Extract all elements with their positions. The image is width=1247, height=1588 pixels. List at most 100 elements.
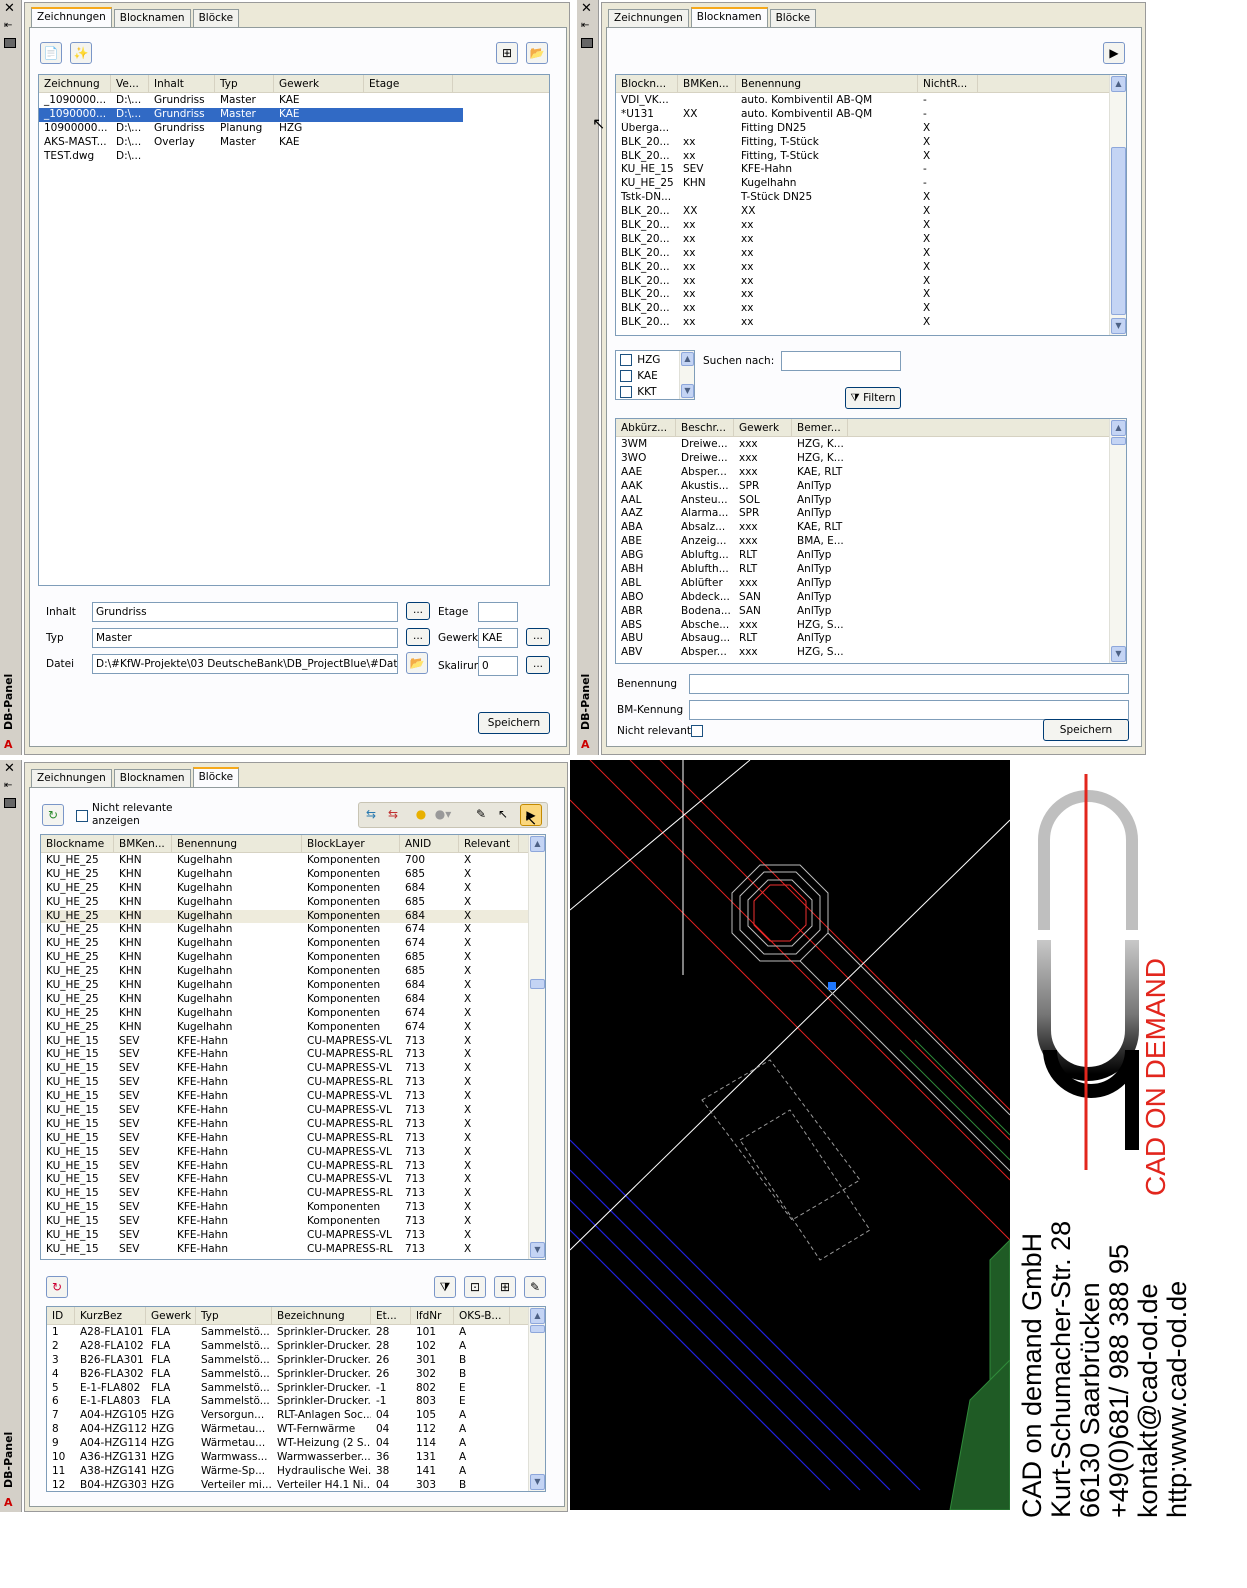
col-zeichnung[interactable]: Zeichnung (39, 75, 111, 93)
table-row[interactable]: KU_HE_25 KHN Kugelhahn Komponenten 684 X (41, 979, 528, 993)
table-row[interactable]: 10900000... D:\... Grundriss Planung HZG (39, 122, 549, 136)
table-row[interactable]: KU_HE_15 SEV KFE-Hahn CU-MAPRESS-RL 713 X (41, 1160, 528, 1174)
table-row[interactable]: _1090000... D:\... Grundriss Master KAE (39, 107, 463, 122)
blocknames-grid[interactable]: Blockn... BMKen... Benennung NichtR... V… (615, 74, 1127, 336)
table-row[interactable]: KU_HE_25 KHN Kugelhahn - (616, 177, 1109, 191)
autohide-icon[interactable]: ⇤ (4, 780, 12, 792)
search-input[interactable] (781, 351, 901, 371)
drawings-grid[interactable]: Zeichnung Ve... Inhalt Typ Gewerk Etage … (38, 74, 550, 586)
skalierung-browse-button[interactable]: ... (526, 656, 550, 674)
table-row[interactable]: 9 A04-HZG114 HZG Wärmetau... WT-Heizung (2 S… (47, 1437, 528, 1451)
table-row[interactable]: KU_HE_25 KHN Kugelhahn Komponenten 684 X (41, 882, 528, 896)
scroll-thumb[interactable] (530, 1325, 545, 1333)
funnel-icon[interactable]: ⧩ (434, 1276, 456, 1298)
table-row[interactable]: _1090000... D:\... Grundriss Master KAE (39, 94, 549, 108)
filter-hzg-checkbox[interactable] (620, 354, 632, 366)
table-row[interactable]: BLK_20... xx Fitting, T-Stück X (616, 150, 1109, 164)
bulb-dropdown-icon[interactable]: ●▾ (432, 804, 454, 826)
table-row[interactable]: KU_HE_25 KHN Kugelhahn Komponenten 685 X (41, 896, 528, 910)
tab-zeichnungen[interactable]: Zeichnungen (31, 769, 112, 787)
col-gewerk[interactable]: Gewerk (734, 419, 792, 437)
edit-icon[interactable]: ✎ (470, 804, 492, 826)
table-row[interactable]: KU_HE_15 SEV KFE-Hahn CU-MAPRESS-VL 713 X (41, 1146, 528, 1160)
col-gewerk[interactable]: Gewerk (146, 1307, 196, 1325)
tab-blocknamen[interactable]: Blocknamen (113, 9, 191, 27)
table-row[interactable]: BLK_20... xx xx X (616, 288, 1109, 302)
gewerk-field[interactable]: KAE (478, 628, 518, 648)
table-row[interactable]: 12 B04-HZG303 HZG Verteiler mi... Verteiler … (47, 1479, 528, 1491)
scroll-up-icon[interactable]: ▲ (1111, 76, 1126, 92)
scroll-up-icon[interactable]: ▲ (1111, 420, 1126, 436)
table-row[interactable]: BLK_20... xx xx X (616, 219, 1109, 233)
table-row[interactable]: BLK_20... xx xx X (616, 247, 1109, 261)
scroll-down-icon[interactable]: ▼ (681, 384, 694, 398)
bmkennung-field[interactable] (689, 700, 1129, 720)
table-row[interactable]: ABG Abluftg... RLT AnlTyp (616, 549, 1109, 563)
table-row[interactable]: 2 A28-FLA102 FLA Sammelstö... Sprinkler-Druc… (47, 1340, 528, 1354)
select-icon[interactable]: ↖ (492, 804, 514, 826)
close-icon[interactable]: ✕ (581, 2, 592, 16)
table-row[interactable]: BLK_20... xx xx X (616, 233, 1109, 247)
table-row[interactable]: KU_HE_25 KHN Kugelhahn Komponenten 674 X (41, 923, 528, 937)
vertical-scrollbar[interactable]: ▲ ▼ (1109, 75, 1126, 335)
col-etage[interactable]: Et... (371, 1307, 411, 1325)
col-benennung[interactable]: Benennung (736, 75, 918, 93)
table-row[interactable]: BLK_20... xx Fitting, T-Stück X (616, 136, 1109, 150)
col-kurzbez[interactable]: KurzBez (75, 1307, 146, 1325)
oks-grid[interactable]: ID KurzBez Gewerk Typ Bezeichnung Et... … (46, 1306, 546, 1492)
table-row[interactable]: BLK_20... xx xx X (616, 261, 1109, 275)
typ-browse-button[interactable]: ... (406, 628, 430, 646)
tab-bloecke[interactable]: Blöcke (769, 9, 817, 27)
vertical-scrollbar[interactable]: ▲ ▼ (528, 1307, 545, 1491)
inhalt-field[interactable]: Grundriss (92, 602, 398, 622)
vertical-scrollbar[interactable]: ▲ ▼ (679, 351, 694, 399)
table-row[interactable]: AKS-MAST... D:\... Overlay Master KAE (39, 136, 549, 150)
table-row[interactable]: 4 B26-FLA302 FLA Sammelstö... Sprinkler-Druc… (47, 1368, 528, 1382)
table-row[interactable]: Tstk-DN... T-Stück DN25 X (616, 191, 1109, 205)
new-drawing-icon[interactable]: 📄 (40, 42, 62, 64)
gewerk-browse-button[interactable]: ... (526, 628, 550, 646)
col-bmkennung[interactable]: BMKen... (678, 75, 736, 93)
open-folder-icon[interactable]: 📂 (526, 42, 548, 64)
remove-block-icon[interactable]: ⇆ (382, 804, 404, 826)
table-row[interactable]: KU_HE_15 SEV KFE-Hahn CU-MAPRESS-VL 713 X (41, 1090, 528, 1104)
table-row[interactable]: KU_HE_15 SEV KFE-Hahn CU-MAPRESS-RL 713 X (41, 1132, 528, 1146)
close-icon[interactable]: ✕ (4, 762, 15, 776)
col-lfdnr[interactable]: lfdNr (411, 1307, 454, 1325)
col-benennung[interactable]: Benennung (172, 835, 302, 853)
skalierung-field[interactable]: 0 (478, 656, 518, 676)
table-row[interactable]: Überga... Fitting DN25 X (616, 122, 1109, 136)
table-row[interactable]: 11 A38-HZG141 HZG Wärme-Sp... Hydraulische W… (47, 1465, 528, 1479)
tab-blocknamen[interactable]: Blocknamen (113, 769, 191, 787)
table-row[interactable]: KU_HE_25 KHN Kugelhahn Komponenten 684 X (41, 909, 528, 924)
autohide-icon[interactable]: ⇤ (581, 20, 589, 32)
table-row[interactable]: ABE Anzeig... xxx BMA, E... (616, 535, 1109, 549)
col-relevant[interactable]: Relevant (459, 835, 519, 853)
col-beschreibung[interactable]: Beschr... (676, 419, 734, 437)
scroll-down-icon[interactable]: ▼ (1111, 646, 1126, 662)
table-row[interactable]: *U131 XX auto. Kombiventil AB-QM - (616, 108, 1109, 122)
nicht-relevant-checkbox[interactable] (691, 725, 703, 737)
save-button[interactable]: Speichern (478, 712, 550, 734)
table-row[interactable]: ABV Absper... xxx HZG, S... (616, 646, 1109, 660)
table-row[interactable]: KU_HE_25 KHN Kugelhahn Komponenten 700 X (41, 854, 528, 868)
table-row[interactable]: AAZ Alarma... SPR AnlTyp (616, 507, 1109, 521)
col-typ[interactable]: Typ (196, 1307, 272, 1325)
table-row[interactable]: 3WM Dreiwe... xxx HZG, K... (616, 438, 1109, 452)
scroll-thumb[interactable] (530, 979, 545, 989)
table-row[interactable]: KU_HE_25 KHN Kugelhahn Komponenten 674 X (41, 1007, 528, 1021)
filter-kae-checkbox[interactable] (620, 370, 632, 382)
table-row[interactable]: BLK_20... xx xx X (616, 302, 1109, 316)
gewerk-filter-list[interactable]: HZG KAE KKT ▲ ▼ (615, 350, 695, 400)
table-row[interactable]: KU_HE_25 KHN Kugelhahn Komponenten 674 X (41, 1021, 528, 1035)
scroll-thumb[interactable] (1111, 147, 1126, 315)
scroll-down-icon[interactable]: ▼ (530, 1242, 545, 1258)
table-row[interactable]: KU_HE_15 SEV KFE-Hahn CU-MAPRESS-VL 713 X (41, 1173, 528, 1187)
zoom-to-icon[interactable]: ⊡ (464, 1276, 486, 1298)
properties-icon[interactable] (581, 38, 593, 48)
col-abkuerzung[interactable]: Abkürz... (616, 419, 676, 437)
table-row[interactable]: ABR Bodena... SAN AnlTyp (616, 605, 1109, 619)
col-verzeichnis[interactable]: Ve... (111, 75, 149, 93)
table-row[interactable]: KU_HE_15 SEV KFE-Hahn CU-MAPRESS-RL 713 X (41, 1187, 528, 1201)
table-row[interactable]: KU_HE_15 SEV KFE-Hahn Komponenten 713 X (41, 1201, 528, 1215)
